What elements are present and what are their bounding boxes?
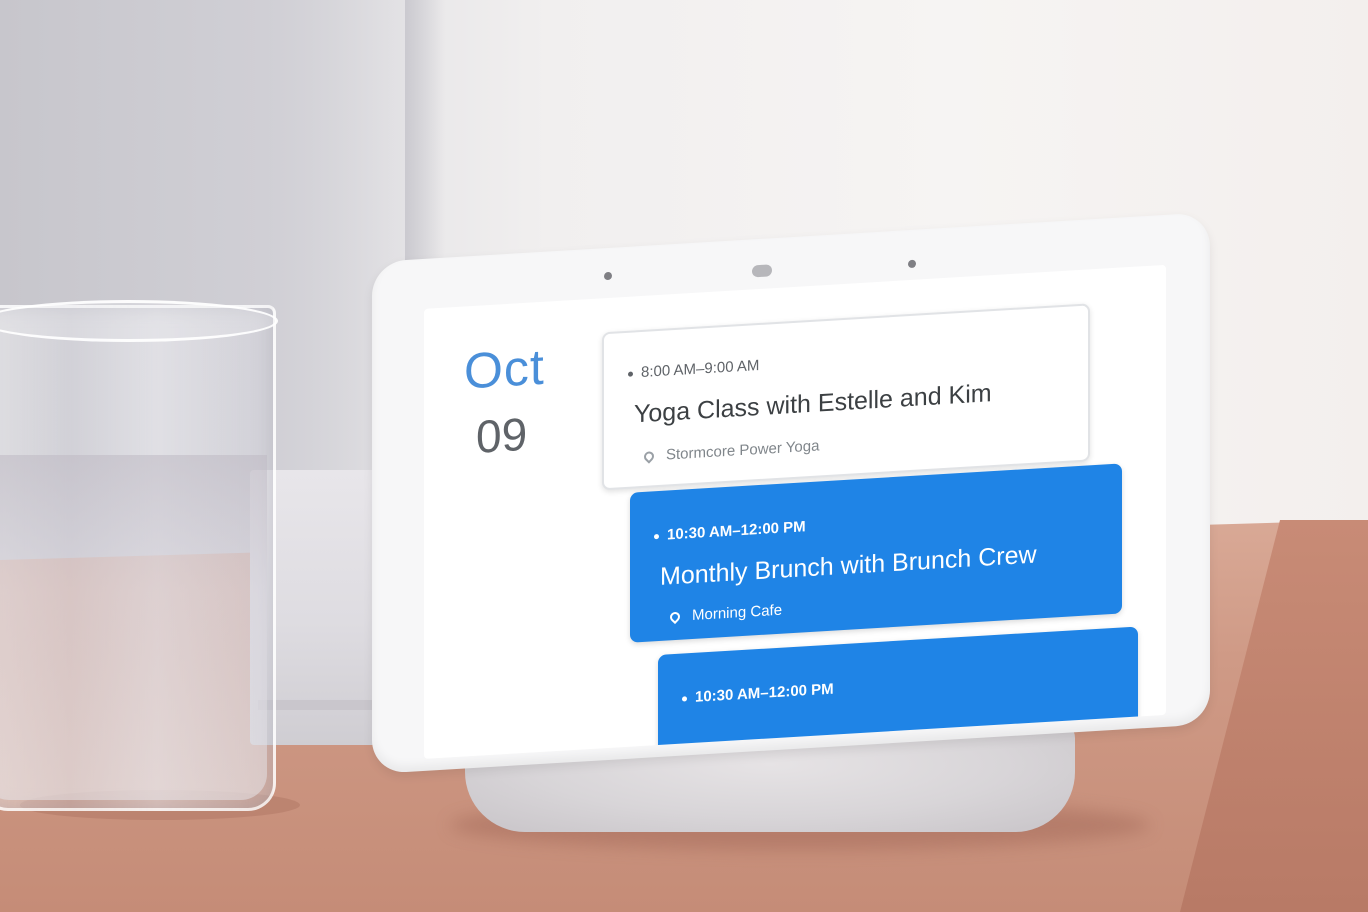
- event-location: Stormcore Power Yoga: [641, 437, 819, 464]
- event-time: 10:30 AM–12:00 PM: [654, 518, 806, 544]
- bullet-icon: [682, 695, 687, 702]
- event-title: Monthly Brunch with Brunch Crew: [660, 540, 1037, 591]
- light-sensor-left: [604, 271, 612, 281]
- event-location: Morning Cafe: [667, 602, 782, 626]
- display-screen: Oct 09 8:00 AM–9:00 AM Yoga Class with E…: [424, 264, 1166, 759]
- bullet-icon: [654, 533, 659, 539]
- event-time: 8:00 AM–9:00 AM: [628, 357, 759, 382]
- event-time: 10:30 AM–12:00 PM: [682, 681, 834, 707]
- event-title: Yoga Class with Estelle and Kim: [634, 379, 992, 429]
- event-card-yoga[interactable]: 8:00 AM–9:00 AM Yoga Class with Estelle …: [602, 303, 1090, 491]
- date-day: 09: [476, 407, 528, 463]
- camera-icon: [752, 264, 772, 278]
- location-pin-icon: [641, 449, 657, 464]
- display-tilt: Oct 09 8:00 AM–9:00 AM Yoga Class with E…: [372, 212, 1210, 774]
- date-month: Oct: [464, 338, 545, 400]
- location-pin-icon: [667, 609, 683, 625]
- glass-water: [0, 455, 267, 800]
- event-card-brunch[interactable]: 10:30 AM–12:00 PM Monthly Brunch with Br…: [630, 463, 1122, 643]
- bullet-icon: [628, 371, 633, 377]
- light-sensor-right: [908, 259, 916, 269]
